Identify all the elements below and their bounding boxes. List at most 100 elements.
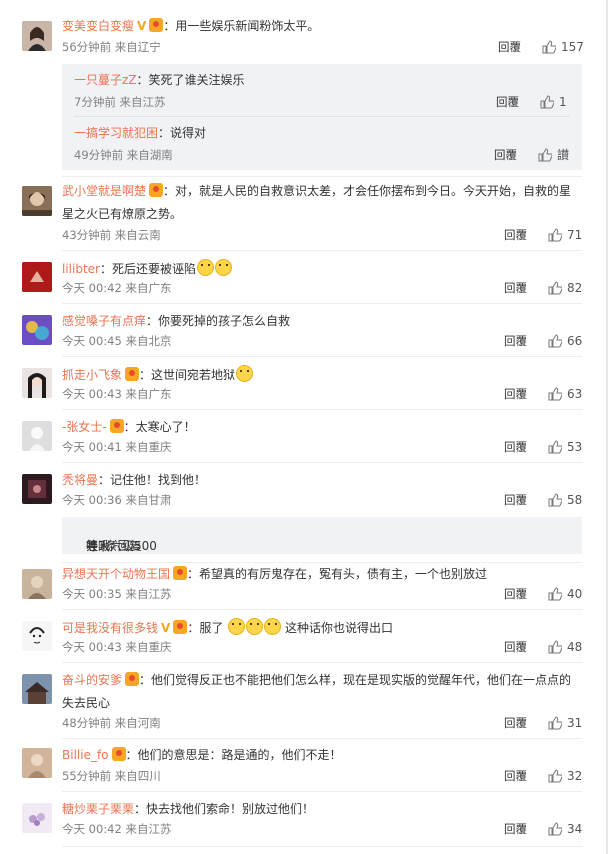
comment-text: ：他们的意思是：路是通的，他们不走！ (125, 748, 342, 762)
crying-emoji-icon (264, 618, 282, 635)
comment-meta: 今天 00:36 来自甘肃 (62, 493, 172, 507)
comment-text: ：笑死了谁关注娱乐 (136, 73, 245, 87)
reply-button[interactable]: 回覆 (504, 333, 527, 349)
like-button[interactable]: 82 (548, 280, 582, 296)
username[interactable]: 糖炒栗子栗栗 (62, 802, 134, 816)
comment-meta: 今天 00:41 来自重庆 (62, 440, 172, 454)
avatar[interactable] (22, 474, 52, 504)
like-button[interactable]: 157 (542, 39, 584, 55)
reply-button[interactable]: 回覆 (504, 280, 527, 296)
thumbs-up-icon (548, 640, 562, 654)
avatar[interactable] (22, 262, 52, 292)
comment-item: 异想天开个动物王国 ：希望真的有厉鬼存在，冤有头，债有主，一个也别放过 今天 00… (0, 562, 608, 615)
like-count: 34 (567, 822, 583, 836)
reply-button[interactable]: 回覆 (504, 492, 527, 508)
reply-button[interactable]: 回覆 (496, 94, 519, 110)
comment-text: ：记住他！找到他！ (98, 473, 207, 487)
comment-feed: 变美变白变瘦 V ：用一些娱乐新闻粉饰太平。 56分钟前 来自辽宁 回覆 157 一… (0, 0, 608, 854)
like-button[interactable]: 48 (548, 639, 582, 655)
like-button[interactable]: 31 (548, 715, 582, 731)
comment-meta: 今天 00:42 来自江苏 (62, 822, 172, 836)
reply-button[interactable]: 回覆 (504, 439, 527, 455)
reply-button[interactable]: 回覆 (504, 639, 527, 655)
reply-button[interactable]: 回覆 (504, 715, 527, 731)
avatar[interactable] (22, 315, 52, 345)
more-replies-box[interactable]: 哇哦六级500 等人 共3条回复 (62, 517, 582, 554)
like-button[interactable]: 34 (548, 821, 582, 837)
vip-icon: V (161, 621, 171, 635)
username[interactable]: 变美变白变瘦 (62, 19, 134, 33)
vip-icon: V (137, 19, 147, 33)
reply-button[interactable]: 回覆 (494, 147, 517, 163)
avatar[interactable] (22, 421, 52, 451)
avatar[interactable] (22, 803, 52, 833)
like-button[interactable]: 71 (548, 227, 582, 243)
username[interactable]: 一只蔓子zZ (74, 73, 137, 87)
thumbs-up-icon (548, 334, 562, 348)
thumbs-up-icon (548, 587, 562, 601)
avatar[interactable] (22, 748, 52, 778)
username[interactable]: 秃将曼 (62, 473, 98, 487)
like-button[interactable]: 32 (548, 768, 582, 784)
like-button[interactable]: 讃 (538, 147, 569, 163)
reply-button[interactable]: 回覆 (504, 586, 527, 602)
comment-text: ：说得对 (158, 126, 207, 140)
username[interactable]: 一搞学习就犯困 (74, 126, 158, 140)
like-count: 71 (567, 228, 583, 242)
reply-button[interactable]: 回覆 (504, 227, 527, 243)
like-count: 31 (567, 716, 583, 730)
reply-button[interactable]: 回覆 (504, 768, 527, 784)
avatar[interactable] (22, 621, 52, 651)
member-badge-icon (125, 672, 140, 686)
sub-replies-box: 一只蔓子zZ：笑死了谁关注娱乐 7分钟前 来自江苏 回覆 1 一搞学习就犯困：说… (62, 64, 582, 170)
username[interactable]: lilibter (62, 262, 100, 276)
comment-meta: 48分钟前 来自河南 (62, 716, 161, 730)
like-button[interactable]: 40 (548, 586, 582, 602)
like-button[interactable]: 58 (548, 492, 582, 508)
like-button[interactable]: 63 (548, 386, 582, 402)
member-badge-icon (149, 183, 164, 197)
reply-button[interactable]: 回覆 (504, 386, 527, 402)
reply-button[interactable]: 回覆 (504, 821, 527, 837)
avatar[interactable] (22, 569, 52, 599)
comment-item: Billie_fo ：他们的意思是：路是通的，他们不走！ 55分钟前 来自四川 回… (0, 738, 608, 791)
username[interactable]: 奋斗的安爹 (62, 673, 122, 687)
avatar-woman-icon (22, 368, 52, 398)
avatar[interactable] (22, 21, 52, 51)
like-count: 40 (567, 587, 583, 601)
like-count: 53 (567, 440, 583, 454)
comment-item: -张女士- ：太寒心了！ 今天 00:41 来自重庆 回覆 53 (0, 409, 608, 462)
thumbs-up-icon (548, 228, 562, 242)
username[interactable]: 可是我没有很多钱 (62, 621, 158, 635)
sub-reply-item: 一搞学习就犯困：说得对 49分钟前 来自湖南 回覆 讃 (62, 117, 582, 170)
comment-item: 糖炒栗子栗栗：快去找他们索命！别放过他们！ 今天 00:42 来自江苏 回覆 3… (0, 791, 608, 851)
thumbs-up-icon (548, 440, 562, 454)
avatar[interactable] (22, 368, 52, 398)
like-button[interactable]: 53 (548, 439, 582, 455)
avatar[interactable] (22, 674, 52, 704)
avatar-portrait-icon (22, 186, 52, 216)
like-button[interactable]: 1 (540, 94, 567, 110)
like-button[interactable]: 66 (548, 333, 582, 349)
comment-item: 变美变白变瘦 V ：用一些娱乐新闻粉饰太平。 56分钟前 来自辽宁 回覆 157 一… (0, 0, 608, 178)
username[interactable]: -张女士- (62, 420, 107, 434)
comment-item: 可是我没有很多钱 V ：服了 这种话你也说得出口 今天 00:43 来自重庆 回覆 … (0, 609, 608, 665)
username[interactable]: 武小堂就是啊楚 (62, 184, 146, 198)
crying-emoji-icon (236, 365, 254, 382)
avatar[interactable] (22, 186, 52, 216)
like-count: 32 (567, 769, 583, 783)
comment-text-continued: 失去民心 (62, 696, 111, 710)
username[interactable]: Billie_fo (62, 748, 109, 762)
comment-item: 奋斗的安爹 ：他们觉得反正也不能把他们怎么样，现在是现实版的觉醒年代，他们在一点点… (0, 662, 608, 738)
username[interactable]: 抓走小飞象 (62, 368, 122, 382)
view-all-replies-link[interactable]: 共3条回复 (86, 537, 142, 555)
avatar-building-icon (22, 674, 52, 704)
username[interactable]: 异想天开个动物王国 (62, 567, 170, 581)
comment-meta: 55分钟前 来自四川 (62, 769, 161, 783)
username[interactable]: 感觉嗓子有点痒 (62, 314, 146, 328)
like-count: 讃 (557, 148, 570, 162)
comment-text-continued: 星之火已有燎原之势。 (62, 207, 183, 221)
reply-button[interactable]: 回覆 (498, 39, 521, 55)
comment-meta: 49分钟前 来自湖南 (74, 148, 173, 162)
avatar-portrait-icon (22, 748, 52, 778)
